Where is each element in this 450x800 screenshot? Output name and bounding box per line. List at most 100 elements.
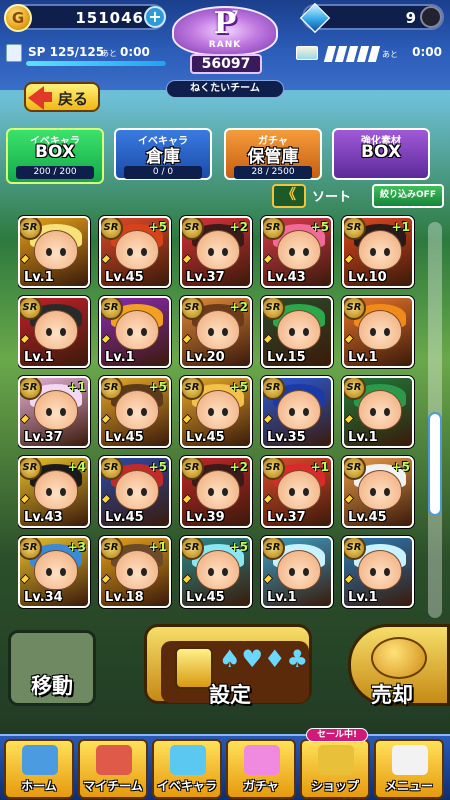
sp-timer: 0:00 [120,45,150,59]
portrait-face [277,230,321,270]
portrait-eye [46,488,52,496]
nav-item-shop[interactable]: ショップ [300,739,370,799]
portrait-face [115,230,159,270]
character-level: Lv.1 [24,350,54,365]
portrait-eye [303,408,309,416]
portrait-eye [289,248,295,256]
top-status-bar: G 151046 + P 7 RANK 56097 9 SP 125/125 あ… [0,0,450,90]
nav-item-team[interactable]: マイチーム [78,739,148,799]
portrait-eye [384,248,390,256]
character-card[interactable]: SR +5 Lv.43 [261,216,333,288]
sr-rarity-badge: SR [101,298,123,320]
lock-marker-icon [344,253,355,265]
character-card[interactable]: SR +1 Lv.37 [18,376,90,448]
character-card[interactable]: SR +2 Lv.39 [180,456,252,528]
rank-emblem[interactable]: P 7 RANK 56097 [168,0,282,84]
character-card[interactable]: SR Lv.1 [342,296,414,368]
tab-main-label: 保管庫 [247,147,299,167]
character-card[interactable]: SR +2 Lv.20 [180,296,252,368]
lock-marker-icon [182,493,193,505]
portrait-eye [289,488,295,496]
portrait-eye [46,248,52,256]
sort-label[interactable]: ソート [312,186,351,205]
scrollbar[interactable] [428,222,442,618]
portrait-face [115,390,159,430]
nav-item-event-chara[interactable]: イベキャラ [152,739,222,799]
lock-marker-icon [101,333,112,345]
tab-event-chara-box[interactable]: イベキャラ BOX 200 / 200 [6,128,104,184]
character-level: Lv.1 [348,350,378,365]
portrait-eye [141,328,147,336]
tab-event-chara-storage[interactable]: イベキャラ 倉庫 0 / 0 [114,128,212,180]
move-button[interactable]: 移動 [0,618,104,710]
portrait-face [34,230,78,270]
character-card[interactable]: SR +3 Lv.34 [18,536,90,608]
sell-button[interactable]: 売却 [344,618,450,710]
portrait-face [358,470,402,510]
character-card[interactable]: SR +1 Lv.37 [261,456,333,528]
character-card[interactable]: SR Lv.15 [261,296,333,368]
character-level: Lv.1 [348,590,378,605]
character-card[interactable]: SR +1 Lv.18 [99,536,171,608]
portrait-eye [141,568,147,576]
lock-settings-button[interactable]: ♠♥♦♣ 設定 [140,618,316,710]
portrait-face [196,550,240,590]
portrait-eye [60,488,66,496]
back-button[interactable]: 戻る [24,82,100,112]
character-level: Lv.37 [24,430,63,445]
character-card[interactable]: SR Lv.1 [342,376,414,448]
character-card[interactable]: SR +5 Lv.45 [180,376,252,448]
tab-material-box[interactable]: 強化素材 BOX [332,128,430,180]
character-level: Lv.1 [348,430,378,445]
character-card[interactable]: SR Lv.1 [99,296,171,368]
filter-button[interactable]: 絞り込みOFF [372,184,444,208]
character-card[interactable]: SR +5 Lv.45 [99,456,171,528]
plus-level-tag: +5 [148,460,167,474]
character-level: Lv.34 [24,590,63,605]
sort-toggle-button[interactable]: 《 [272,184,306,208]
character-card[interactable]: SR Lv.1 [18,296,90,368]
lock-marker-icon [20,413,31,425]
character-card[interactable]: SR Lv.1 [18,216,90,288]
portrait-eye [289,408,295,416]
character-level: Lv.1 [267,590,297,605]
scrollbar-thumb[interactable] [428,412,442,516]
character-card[interactable]: SR +5 Lv.45 [99,376,171,448]
character-card[interactable]: SR Lv.1 [342,536,414,608]
character-level: Lv.43 [267,270,306,285]
sr-rarity-badge: SR [182,378,204,400]
plus-level-tag: +1 [391,220,410,234]
portrait-eye [222,568,228,576]
portrait-eye [127,568,133,576]
lock-marker-icon [344,413,355,425]
portrait-eye [46,568,52,576]
add-coins-button[interactable]: + [144,6,166,28]
character-card[interactable]: SR +5 Lv.45 [99,216,171,288]
sr-rarity-badge: SR [182,218,204,240]
portrait-face [34,390,78,430]
character-card[interactable]: SR +4 Lv.43 [18,456,90,528]
portrait-eye [303,328,309,336]
character-card[interactable]: SR +1 Lv.10 [342,216,414,288]
portrait-face [277,310,321,350]
character-card[interactable]: SR +5 Lv.45 [180,536,252,608]
character-level: Lv.18 [105,590,144,605]
add-gems-button[interactable] [420,6,442,28]
character-card[interactable]: SR Lv.1 [261,536,333,608]
sr-rarity-badge: SR [263,378,285,400]
portrait-eye [370,328,376,336]
nav-item-menu[interactable]: メニュー [374,739,444,799]
character-card[interactable]: SR +2 Lv.37 [180,216,252,288]
portrait-eye [222,408,228,416]
plus-level-tag: +4 [67,460,86,474]
nav-item-gacha[interactable]: ガチャ [226,739,296,799]
nav-item-home[interactable]: ホーム [4,739,74,799]
character-card[interactable]: SR +5 Lv.45 [342,456,414,528]
tab-gacha-vault[interactable]: ガチャ 保管庫 28 / 2500 [224,128,322,180]
character-card[interactable]: SR Lv.35 [261,376,333,448]
sr-rarity-badge: SR [101,378,123,400]
character-level: Lv.45 [186,590,225,605]
portrait-face [34,550,78,590]
tab-count: 0 / 0 [124,166,202,179]
tab-count: 28 / 2500 [234,166,312,179]
